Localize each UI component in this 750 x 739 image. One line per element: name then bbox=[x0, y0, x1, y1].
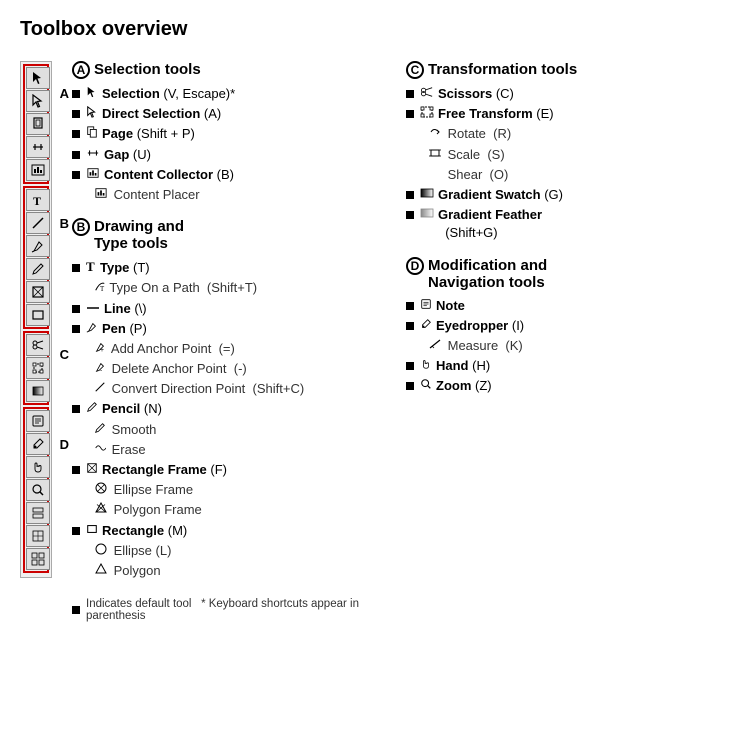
tool-group-b: T bbox=[23, 186, 49, 329]
section-d-list: Note Eyedropper (I) Measure (K) Hand (H) bbox=[406, 297, 730, 396]
rect-frame-tool[interactable] bbox=[26, 281, 50, 303]
page-title: Toolbox overview bbox=[0, 0, 750, 51]
list-item: Convert Direction Point (Shift+C) bbox=[72, 380, 396, 398]
svg-text:T: T bbox=[100, 286, 105, 292]
gap-tool[interactable] bbox=[26, 136, 50, 158]
type-tool[interactable]: T bbox=[26, 189, 50, 211]
scissors-tool[interactable] bbox=[26, 334, 50, 356]
list-item: - Delete Anchor Point (-) bbox=[72, 360, 396, 378]
section-c-heading: Transformation tools bbox=[428, 61, 577, 78]
list-item: Page (Shift + P) bbox=[72, 125, 396, 143]
list-item: Zoom (Z) bbox=[406, 377, 730, 395]
group-d-label: D bbox=[60, 437, 69, 452]
tool-group-d: D bbox=[23, 407, 49, 573]
list-item: Note bbox=[406, 297, 730, 315]
group-b-label: B bbox=[60, 216, 69, 231]
list-item: Erase bbox=[72, 441, 396, 459]
section-d-badge: D bbox=[406, 257, 424, 275]
page-tool[interactable] bbox=[26, 113, 50, 135]
list-item: Polygon Frame bbox=[72, 501, 396, 519]
list-item: Gradient Feather (Shift+G) bbox=[406, 206, 730, 242]
list-item: T Type On a Path (Shift+T) bbox=[72, 279, 396, 297]
note-tool[interactable] bbox=[26, 410, 50, 432]
group-a-label: A bbox=[60, 86, 69, 101]
grid2-tool[interactable] bbox=[26, 548, 50, 570]
section-b-badge: B bbox=[72, 218, 90, 236]
footer-note: Indicates default tool * Keyboard shortc… bbox=[72, 594, 396, 622]
tool-panel: A T bbox=[20, 61, 52, 578]
section-d-heading: Modification andNavigation tools bbox=[428, 257, 547, 291]
content-collector-tool[interactable] bbox=[26, 159, 50, 181]
list-item: Polygon bbox=[72, 562, 396, 580]
list-item: Eyedropper (I) bbox=[406, 317, 730, 335]
list-item: + Add Anchor Point (=) bbox=[72, 340, 396, 358]
list-item: Content Placer bbox=[72, 186, 396, 204]
tools-right-column: C Transformation tools Scissors (C) Free… bbox=[406, 61, 730, 622]
list-item: Pen (P) bbox=[72, 320, 396, 338]
list-item: Scale (S) bbox=[406, 146, 730, 164]
pen-tool[interactable] bbox=[26, 235, 50, 257]
list-item: Smooth bbox=[72, 421, 396, 439]
tool-group-c: C bbox=[23, 331, 49, 405]
tools-content: A Selection tools Selection (V, Escape)*… bbox=[72, 61, 730, 622]
section-a-list: Selection (V, Escape)* Direct Selection … bbox=[72, 85, 396, 204]
section-a-title: A Selection tools bbox=[72, 61, 396, 79]
group-c-label: C bbox=[60, 347, 69, 362]
list-item: Selection (V, Escape)* bbox=[72, 85, 396, 103]
direct-selection-tool[interactable] bbox=[26, 90, 50, 112]
svg-text:-: - bbox=[100, 367, 102, 373]
zoom-tool[interactable] bbox=[26, 479, 50, 501]
pencil-tool[interactable] bbox=[26, 258, 50, 280]
list-item: Scissors (C) bbox=[406, 85, 730, 103]
list-item: Ellipse (L) bbox=[72, 542, 396, 560]
list-item: Pencil (N) bbox=[72, 400, 396, 418]
list-item: Free Transform (E) bbox=[406, 105, 730, 123]
section-a-badge: A bbox=[72, 61, 90, 79]
footer-note-text: Indicates default tool * Keyboard shortc… bbox=[86, 598, 396, 622]
tool-group-a: A bbox=[23, 64, 49, 184]
grid1-tool[interactable] bbox=[26, 525, 50, 547]
section-a-heading: Selection tools bbox=[94, 61, 201, 78]
tools-left-column: A Selection tools Selection (V, Escape)*… bbox=[72, 61, 396, 622]
svg-text:+: + bbox=[100, 347, 104, 353]
section-c-title: C Transformation tools bbox=[406, 61, 730, 79]
section-c-badge: C bbox=[406, 61, 424, 79]
list-item: Ellipse Frame bbox=[72, 481, 396, 499]
list-item: Direct Selection (A) bbox=[72, 105, 396, 123]
toolbox-sidebar: A T bbox=[20, 61, 52, 622]
gradient-tool[interactable] bbox=[26, 380, 50, 402]
svg-text:T: T bbox=[33, 194, 41, 207]
list-item: Rectangle (M) bbox=[72, 522, 396, 540]
selection-tool[interactable] bbox=[26, 67, 50, 89]
section-b-list: T Type (T) T Type On a Path (Shift+T) Li… bbox=[72, 258, 396, 580]
list-item: Content Collector (B) bbox=[72, 166, 396, 184]
rectangle-tool[interactable] bbox=[26, 304, 50, 326]
list-item: Gap (U) bbox=[72, 146, 396, 164]
section-d-title: D Modification andNavigation tools bbox=[406, 257, 730, 291]
list-item: T Type (T) bbox=[72, 258, 396, 277]
list-item: Shear (O) bbox=[406, 166, 730, 184]
svg-text:T: T bbox=[86, 259, 95, 272]
section-b-heading: Drawing andType tools bbox=[94, 218, 184, 252]
list-item: Hand (H) bbox=[406, 357, 730, 375]
list-item: Measure (K) bbox=[406, 337, 730, 355]
section-c-list: Scissors (C) Free Transform (E) Rotate (… bbox=[406, 85, 730, 243]
list-item: Rotate (R) bbox=[406, 125, 730, 143]
free-transform-tool[interactable] bbox=[26, 357, 50, 379]
hand-tool[interactable] bbox=[26, 456, 50, 478]
eyedropper-tool[interactable] bbox=[26, 433, 50, 455]
layers-tool[interactable] bbox=[26, 502, 50, 524]
list-item: Gradient Swatch (G) bbox=[406, 186, 730, 204]
line-tool[interactable] bbox=[26, 212, 50, 234]
list-item: Line (\) bbox=[72, 300, 396, 318]
section-b-title: B Drawing andType tools bbox=[72, 218, 396, 252]
list-item: Rectangle Frame (F) bbox=[72, 461, 396, 479]
